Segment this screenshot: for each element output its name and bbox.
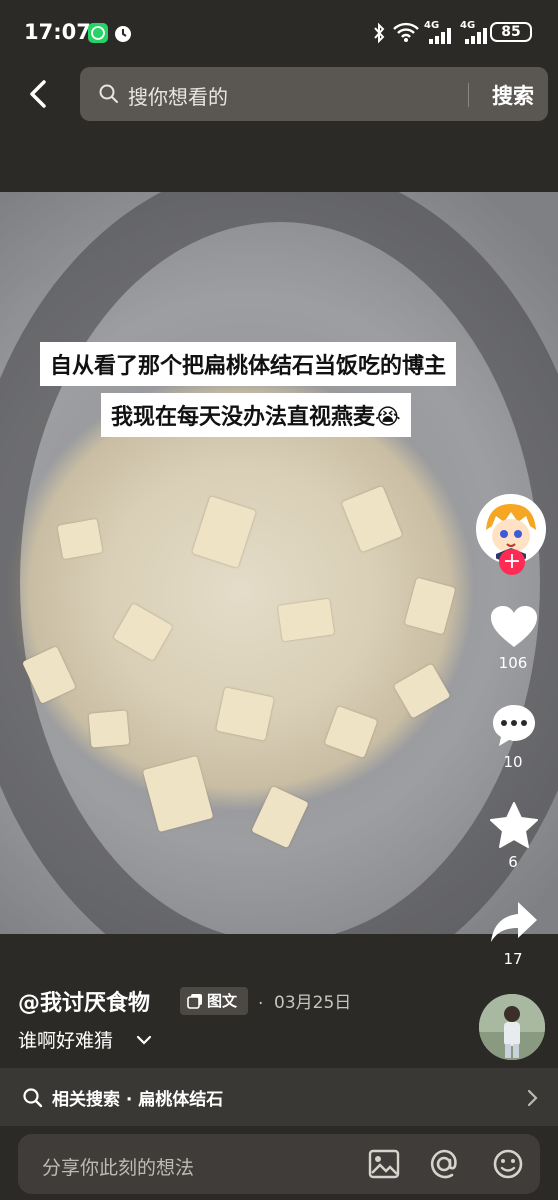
chevron-down-icon <box>136 1035 152 1045</box>
follow-button[interactable]: + <box>499 549 525 575</box>
search-icon <box>99 84 118 103</box>
related-search-bar[interactable]: 相关搜索 · 扁桃体结石 <box>0 1068 558 1126</box>
author-name[interactable]: @我讨厌食物 <box>18 985 150 1017</box>
share-button[interactable] <box>489 900 539 948</box>
wifi-icon <box>392 20 420 48</box>
like-count: 106 <box>498 654 528 672</box>
signal-icon-1 <box>427 28 453 48</box>
share-icon <box>491 902 537 942</box>
favorite-count: 6 <box>508 853 518 871</box>
search-input[interactable]: 搜你想看的 <box>128 81 228 110</box>
post-date: 03月25日 <box>274 993 352 1013</box>
food-chunk <box>277 598 335 642</box>
emoji-icon[interactable] <box>492 1148 524 1180</box>
whatsapp-icon <box>88 23 108 43</box>
back-button[interactable] <box>22 74 58 114</box>
comment-button[interactable] <box>490 702 538 754</box>
back-icon <box>30 80 46 108</box>
food-chunk <box>88 710 130 748</box>
heart-icon <box>491 606 537 647</box>
author-photo[interactable] <box>479 994 545 1060</box>
post-type-badge: 图文 <box>180 987 248 1015</box>
person-photo-icon <box>479 994 545 1060</box>
comment-input[interactable]: 分享你此刻的想法 <box>42 1153 194 1180</box>
bluetooth-icon <box>372 22 386 48</box>
like-button[interactable] <box>489 604 539 654</box>
battery-indicator: 85 <box>490 22 532 42</box>
separator-dot: · <box>258 994 264 1014</box>
comment-input-bar[interactable]: 分享你此刻的想法 <box>18 1134 540 1194</box>
at-icon[interactable] <box>428 1148 460 1180</box>
search-divider <box>468 83 469 107</box>
star-icon <box>490 802 538 848</box>
search-icon <box>23 1088 43 1108</box>
signal-icon-2 <box>463 28 489 48</box>
comment-count: 10 <box>503 753 523 771</box>
post-type-label: 图文 <box>207 992 238 1010</box>
caption-line-1: 自从看了那个把扁桃体结石当饭吃的博主 <box>40 342 457 386</box>
post-description: 谁啊好难猜 <box>18 1030 114 1052</box>
food-chunk <box>57 518 103 560</box>
comment-icon <box>493 705 535 746</box>
related-search-text: 相关搜索 · 扁桃体结石 <box>52 1090 224 1110</box>
share-count: 17 <box>503 950 523 968</box>
image-post-icon <box>187 994 202 1009</box>
chevron-right-icon <box>527 1089 538 1107</box>
search-button[interactable]: 搜索 <box>492 80 534 110</box>
post-image[interactable] <box>0 192 558 934</box>
alarm-icon <box>112 22 134 48</box>
status-bar: 17:07 4G 4G 85 <box>0 0 558 66</box>
status-time: 17:07 <box>24 20 91 44</box>
image-icon[interactable] <box>368 1149 400 1179</box>
caption-line-2: 我现在每天没办法直视燕麦😭 <box>101 393 411 437</box>
favorite-button[interactable] <box>489 801 539 853</box>
search-bar[interactable]: 搜你想看的 搜索 <box>80 67 548 121</box>
related-prefix: 相关搜索 <box>52 1090 120 1110</box>
related-term: 扁桃体结石 <box>138 1090 224 1110</box>
